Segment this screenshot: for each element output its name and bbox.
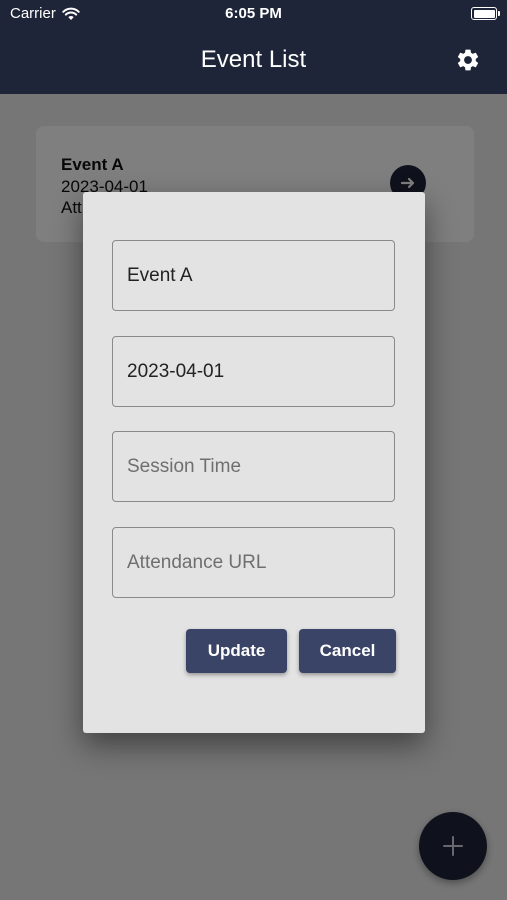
page-title: Event List — [200, 46, 307, 73]
event-name-input[interactable] — [113, 241, 394, 310]
session-time-field[interactable] — [112, 431, 395, 502]
event-date-input[interactable] — [113, 337, 394, 406]
event-name-field[interactable] — [112, 240, 395, 311]
attendance-url-field[interactable] — [112, 527, 395, 598]
status-bar: Carrier 6:05 PM — [0, 0, 507, 28]
edit-event-dialog: Update Cancel — [83, 192, 425, 733]
event-date-field[interactable] — [112, 336, 395, 407]
cancel-button[interactable]: Cancel — [299, 629, 396, 673]
status-time: 6:05 PM — [225, 5, 282, 22]
session-time-input[interactable] — [113, 432, 394, 501]
attendance-url-input[interactable] — [113, 528, 394, 597]
battery-icon — [471, 7, 500, 20]
update-button[interactable]: Update — [186, 629, 287, 673]
app-bar: Event List — [0, 28, 507, 94]
gear-icon[interactable] — [455, 47, 481, 73]
